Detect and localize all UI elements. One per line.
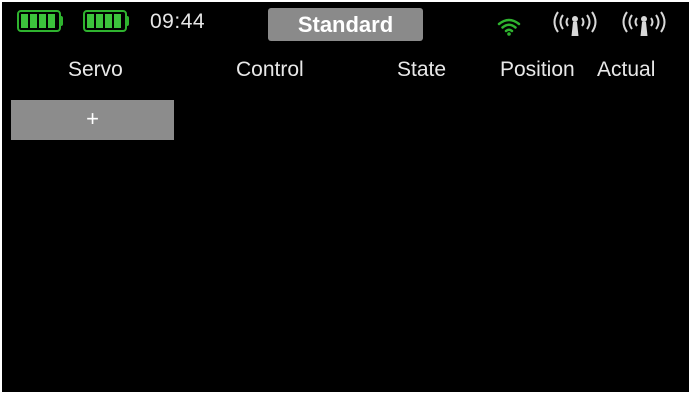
model-name-button[interactable]: Standard [268, 8, 423, 41]
column-header-state: State [397, 58, 447, 81]
receiver-battery-icon [17, 10, 63, 32]
add-servo-button[interactable]: + [11, 100, 174, 140]
status-bar: 09:44 Standard [2, 2, 689, 42]
wifi-icon [497, 18, 521, 36]
antenna-icon [553, 11, 597, 36]
column-header-control: Control [236, 58, 304, 81]
column-header-actual: Actual [597, 58, 656, 81]
column-header-position: Position [500, 58, 575, 81]
clock: 09:44 [150, 10, 206, 33]
column-header-servo: Servo [68, 58, 123, 81]
antenna-icon [622, 11, 666, 36]
transmitter-battery-icon [83, 10, 129, 32]
servo-tester-screen: 09:44 Standard Servo Control State Posit… [2, 2, 689, 392]
